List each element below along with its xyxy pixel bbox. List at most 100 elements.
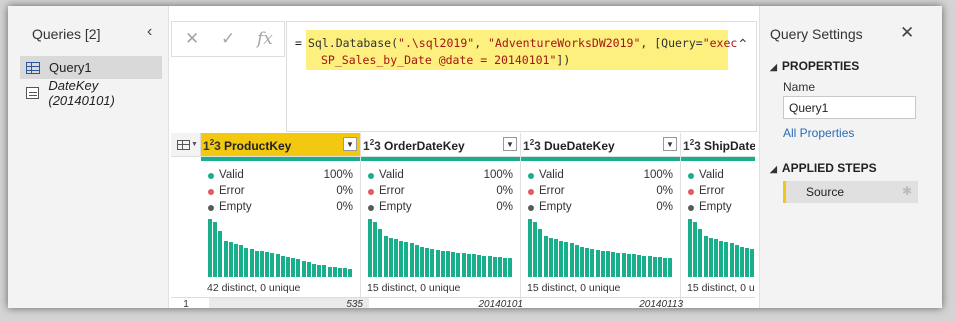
stat-percent: 0% xyxy=(496,201,513,213)
histogram-bar xyxy=(688,219,692,277)
histogram-bar xyxy=(312,264,316,277)
table-menu-button[interactable]: ▼ xyxy=(171,133,201,157)
whole-number-type-icon[interactable]: 123 xyxy=(683,138,701,153)
column-name: ProductKey xyxy=(224,139,292,153)
filter-dropdown-icon[interactable]: ▼ xyxy=(663,137,677,151)
stat-label: Error xyxy=(379,185,405,197)
column-distribution-chart[interactable] xyxy=(208,219,353,277)
column-0: 123 ProductKey ▼ Valid 100% Error 0% Empty 0% 42 … xyxy=(201,133,361,308)
applied-step-source[interactable]: Source ✱ xyxy=(783,181,918,203)
column-distribution-chart[interactable] xyxy=(368,219,513,277)
stat-percent: 100% xyxy=(323,169,353,181)
valid-dot-icon xyxy=(368,173,374,179)
cancel-formula-icon[interactable]: ✕ xyxy=(185,29,199,49)
histogram-bar xyxy=(466,254,471,277)
histogram-bar xyxy=(740,247,744,277)
column-header[interactable]: 123 ProductKey ▼ xyxy=(201,133,360,157)
triangle-down-icon: ◢ xyxy=(770,62,777,72)
histogram-bar xyxy=(388,238,393,277)
stat-percent: 100% xyxy=(643,169,673,181)
error-dot-icon xyxy=(208,189,214,195)
whole-number-type-icon[interactable]: 123 xyxy=(203,138,221,153)
histogram-bar xyxy=(693,222,698,277)
column-name: DueDateKey xyxy=(544,139,615,153)
column-header[interactable]: 123 OrderDateKey ▼ xyxy=(361,133,520,157)
triangle-down-icon: ◢ xyxy=(770,164,777,174)
formula-prefix: = xyxy=(295,36,302,50)
stat-label: Empty xyxy=(379,201,412,213)
commit-formula-icon[interactable]: ✓ xyxy=(221,29,235,49)
stat-percent: 100% xyxy=(483,169,513,181)
all-properties-link[interactable]: All Properties xyxy=(783,126,854,140)
stat-percent: 0% xyxy=(496,185,513,197)
valid-dot-icon xyxy=(688,173,694,179)
histogram-bar xyxy=(461,253,466,277)
applied-steps-heading[interactable]: ◢ APPLIED STEPS xyxy=(770,161,877,175)
stat-valid: Valid 100% xyxy=(528,169,673,183)
histogram-bar xyxy=(543,236,548,277)
queries-pane: Queries [2] ‹ Query1 DateKey (20140101) xyxy=(8,6,169,308)
properties-heading[interactable]: ◢ PROPERTIES xyxy=(770,59,859,73)
query-item-datekey[interactable]: DateKey (20140101) xyxy=(20,78,162,108)
formula-string: ".\sql2019" xyxy=(398,36,475,50)
histogram-bar xyxy=(559,241,564,277)
gear-icon[interactable]: ✱ xyxy=(902,184,912,198)
histogram-bar xyxy=(440,251,445,277)
column-header[interactable]: 123ShipDateK xyxy=(681,133,755,157)
histogram-bar xyxy=(652,257,657,277)
column-header[interactable]: 123 DueDateKey ▼ xyxy=(521,133,680,157)
histogram-bar xyxy=(409,243,414,277)
column-quality-bar xyxy=(361,157,520,161)
histogram-bar xyxy=(280,256,285,277)
histogram-bar xyxy=(404,242,409,277)
histogram-bar xyxy=(487,256,492,277)
histogram-bar xyxy=(301,261,306,277)
column-distribution-chart[interactable] xyxy=(528,219,673,277)
formula-string: "exec xyxy=(702,36,738,50)
close-icon[interactable]: ✕ xyxy=(900,23,914,43)
formula-bar[interactable]: = Sql.Database(".\sql2019", "AdventureWo… xyxy=(286,21,757,132)
cell-orderdatekey[interactable]: 20140101 xyxy=(479,299,524,308)
column-1: 123 OrderDateKey ▼ Valid 100% Error 0% Empty 0% 1… xyxy=(361,133,521,308)
whole-number-type-icon[interactable]: 123 xyxy=(363,138,381,153)
histogram-bar xyxy=(208,219,212,277)
collapse-formula-icon[interactable]: ⌃ xyxy=(737,36,749,53)
column-quality-bar xyxy=(681,157,755,161)
histogram-bar xyxy=(343,268,348,277)
histogram-bar xyxy=(548,238,553,277)
histogram-bar xyxy=(446,251,450,277)
table-row[interactable]: 1 535 20140101 20140113 xyxy=(171,297,755,308)
filter-dropdown-icon[interactable]: ▼ xyxy=(503,137,517,151)
histogram-bar xyxy=(254,251,259,277)
histogram-bar xyxy=(569,243,574,277)
histogram-bar xyxy=(234,244,238,277)
histogram-bar xyxy=(698,229,703,277)
stat-percent: 0% xyxy=(656,201,673,213)
query-item-query1[interactable]: Query1 xyxy=(20,56,162,79)
histogram-bar xyxy=(275,254,280,277)
histogram-bar xyxy=(338,268,342,277)
cell-productkey[interactable]: 535 xyxy=(346,299,363,308)
histogram-bar xyxy=(564,242,569,277)
formula-line-1: Sql.Database(".\sql2019", "AdventureWork… xyxy=(308,36,737,50)
fx-icon[interactable]: fx xyxy=(257,29,273,49)
histogram-bar xyxy=(394,239,398,277)
stat-valid: Valid 100% xyxy=(368,169,513,183)
error-dot-icon xyxy=(688,189,694,195)
whole-number-type-icon[interactable]: 123 xyxy=(523,138,541,153)
valid-dot-icon xyxy=(208,173,214,179)
query-name-input[interactable] xyxy=(783,96,916,119)
stat-error: Error xyxy=(688,185,755,199)
column-distribution-chart[interactable] xyxy=(688,219,755,277)
step-label: Source xyxy=(806,185,845,199)
stat-label: Error xyxy=(219,185,245,197)
histogram-bar xyxy=(606,251,610,277)
collapse-queries-icon[interactable]: ‹ xyxy=(147,23,152,41)
formula-code: ]) xyxy=(556,53,571,67)
filter-dropdown-icon[interactable]: ▼ xyxy=(343,137,357,151)
stat-error: Error 0% xyxy=(208,185,353,199)
stat-label: Valid xyxy=(699,169,724,181)
power-query-editor: Queries [2] ‹ Query1 DateKey (20140101) … xyxy=(8,6,942,308)
histogram-bar xyxy=(327,267,332,277)
cell-duedatekey[interactable]: 20140113 xyxy=(639,299,683,308)
